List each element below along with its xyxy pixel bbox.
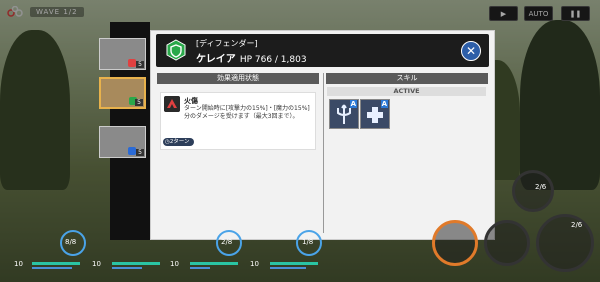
unit-level: 10 (170, 260, 179, 268)
ability-button[interactable]: 2/6 (512, 170, 554, 212)
unit-level: 10 (92, 260, 101, 268)
ability-counter: 2/6 (571, 221, 583, 229)
class-type-icon (128, 59, 136, 67)
hp-bar (112, 262, 160, 265)
mp-bar (32, 267, 72, 269)
character-name-line: ケレイア HP 766 / 1,803 (196, 50, 307, 65)
close-button[interactable]: ✕ (461, 41, 481, 61)
mp-bar (112, 267, 142, 269)
hp-bar (32, 262, 80, 265)
status-effect-card[interactable]: 火傷 ターン開始時に[攻撃力の15%]・[魔力の15%]分のダメージを受けます（… (160, 92, 316, 150)
mp-bar (190, 267, 210, 269)
unit-counter: 1/8 (302, 238, 314, 246)
ability-button[interactable] (484, 220, 530, 266)
class-type-icon (128, 147, 136, 155)
hp-bar (190, 262, 238, 265)
character-hp: HP 766 / 1,803 (239, 55, 307, 65)
skills-section-title: スキル (326, 73, 488, 84)
portrait-level: 5 (136, 149, 144, 156)
character-role: [ディフェンダー] (196, 39, 258, 48)
unit-counter: 8/8 (65, 238, 77, 246)
effect-turns: 2ターン (169, 139, 190, 145)
skill-level: A (349, 100, 357, 108)
character-name: ケレイア (196, 54, 236, 65)
portrait-level: 5 (136, 61, 144, 68)
turn-order-portrait-selected[interactable]: 5 (99, 77, 146, 109)
character-header: [ディフェンダー] ケレイア HP 766 / 1,803 ✕ (156, 34, 489, 67)
ultimate-button[interactable]: 2/6 (536, 214, 594, 272)
character-info-panel: [ディフェンダー] ケレイア HP 766 / 1,803 ✕ 効果適用状態 スキ… (150, 30, 495, 240)
effect-description: ターン開始時に[攻撃力の15%]・[魔力の15%]分のダメージを受けます（最大3… (184, 105, 310, 120)
skill-slot[interactable]: A (329, 99, 359, 129)
effect-turn-badge: ◷2ターン (163, 138, 194, 146)
section-divider (323, 73, 324, 233)
effects-section-title: 効果適用状態 (157, 73, 319, 84)
unit-counter: 2/8 (221, 238, 233, 246)
ability-counter: 2/6 (535, 183, 547, 191)
active-skills-label: ACTIVE (327, 87, 486, 96)
skill-level: A (380, 100, 388, 108)
turn-order-portrait[interactable]: 5 (99, 126, 146, 158)
hp-bar (270, 262, 318, 265)
turn-order-portrait[interactable]: 5 (99, 38, 146, 70)
mp-bar (270, 267, 306, 269)
unit-level: 10 (14, 260, 23, 268)
unit-level: 10 (250, 260, 259, 268)
close-icon: ✕ (465, 44, 477, 58)
skill-slot[interactable]: A (360, 99, 390, 129)
defender-shield-icon (166, 39, 186, 61)
portrait-level: 5 (135, 99, 143, 106)
ability-button[interactable] (432, 220, 478, 266)
burn-icon (164, 96, 180, 112)
